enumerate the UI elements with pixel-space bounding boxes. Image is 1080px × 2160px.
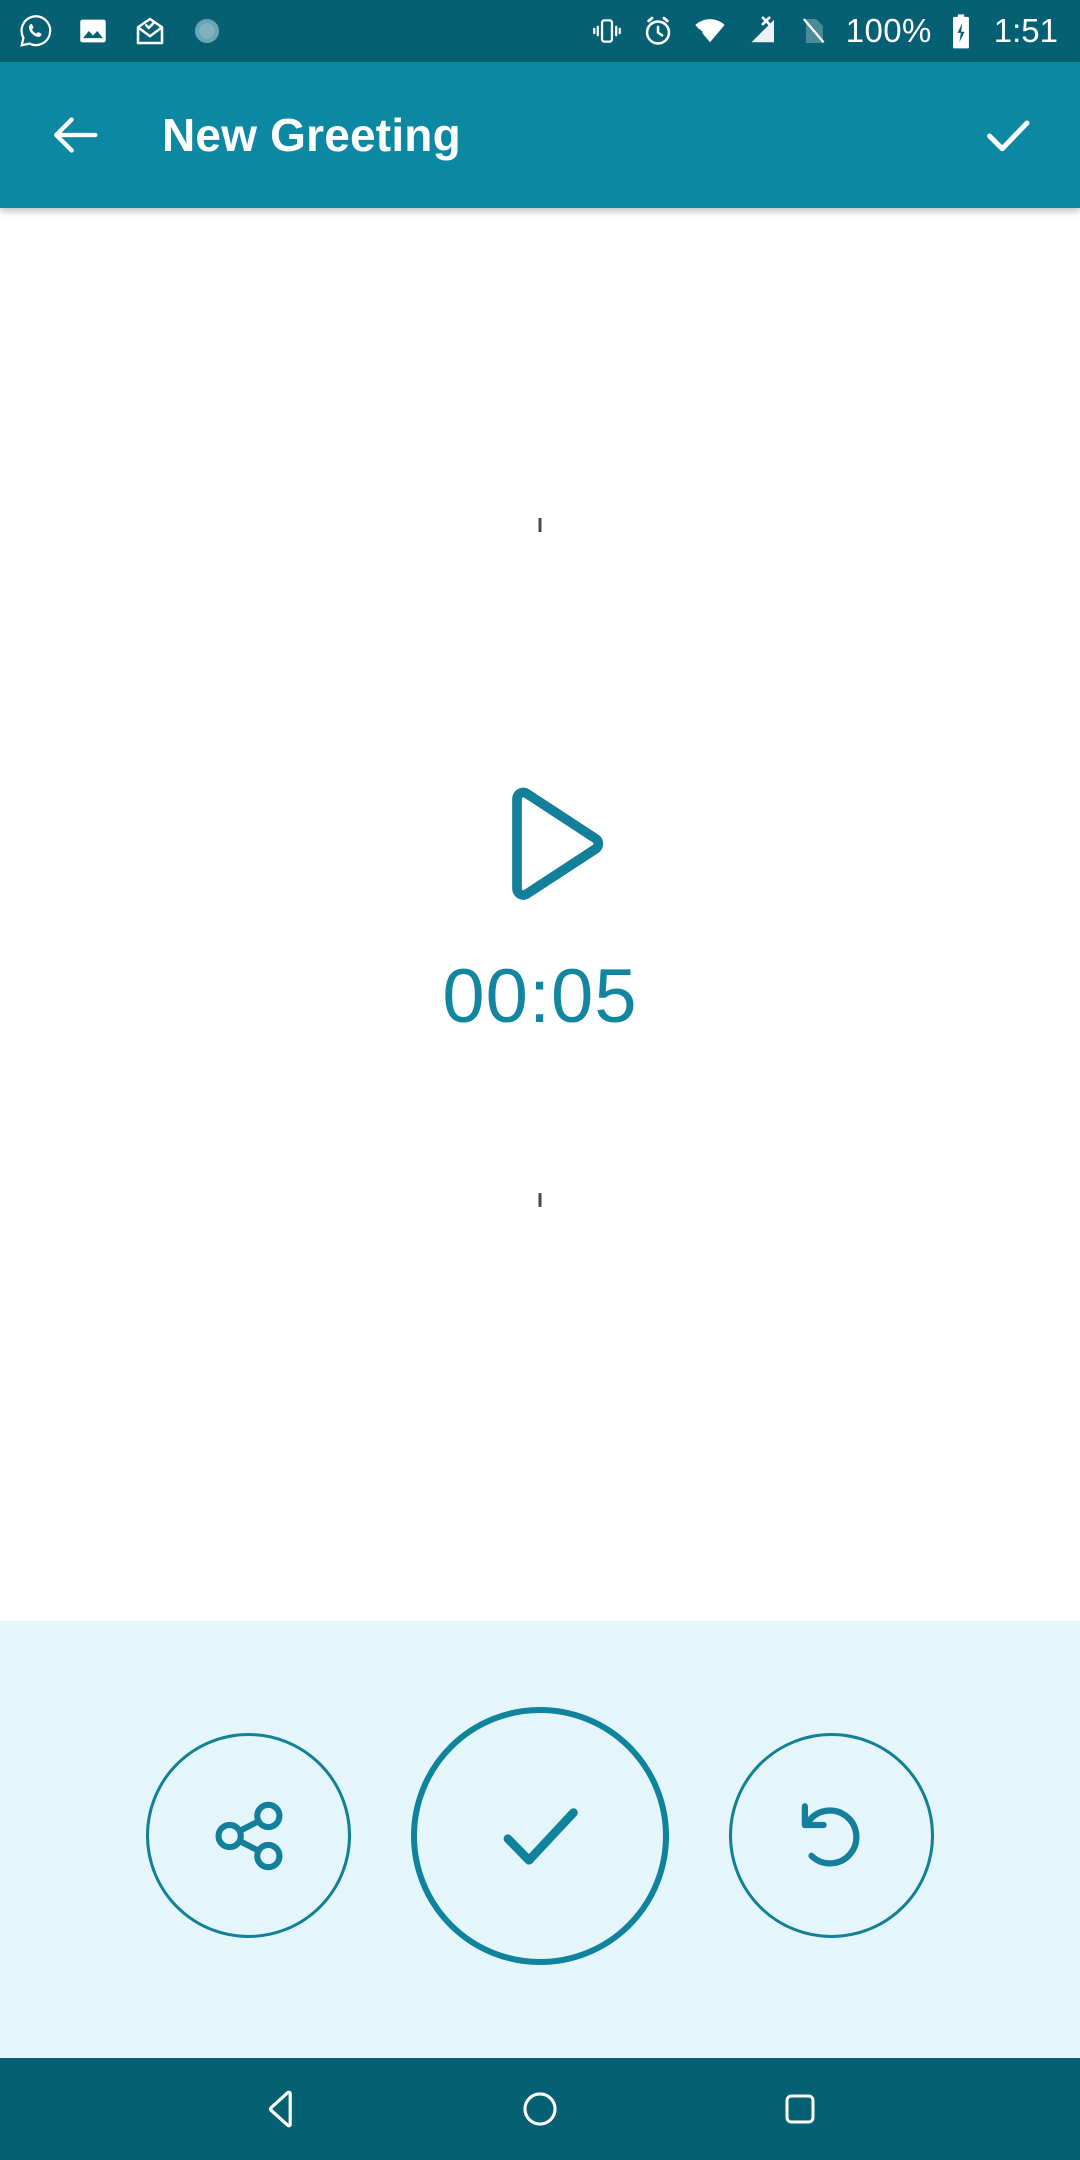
triangle-back-icon: [268, 2090, 292, 2128]
play-button[interactable]: [467, 765, 627, 925]
page-title: New Greeting: [162, 109, 461, 161]
nav-recents-button[interactable]: [755, 2064, 845, 2154]
sim-off-icon: [796, 14, 830, 48]
status-bar: 100% 1:51: [0, 0, 1080, 62]
recording-preview-area: 00:05: [0, 208, 1080, 1621]
signal-off-icon: [744, 13, 780, 49]
rotate-left-icon: [801, 1802, 859, 1866]
confirm-button[interactable]: [970, 97, 1046, 173]
vibrate-icon: [590, 14, 624, 48]
accept-button[interactable]: [411, 1706, 669, 1965]
android-navigation-bar: [0, 2058, 1080, 2160]
battery-percent-label: 100%: [845, 12, 932, 49]
app-bar: New Greeting: [0, 62, 1080, 208]
app-screen: 100% 1:51 New Greeting 00:05: [0, 0, 1080, 2160]
duration-label: 00:05: [442, 953, 638, 1039]
whatsapp-icon: [18, 13, 54, 49]
check-icon: [503, 1807, 578, 1865]
alarm-icon: [640, 13, 676, 49]
sync-icon: [190, 14, 224, 48]
nav-home-button[interactable]: [495, 2064, 585, 2154]
back-button[interactable]: [40, 99, 112, 171]
action-bar: [0, 1621, 1080, 2058]
play-triangle-icon: [512, 787, 604, 900]
square-recents-icon: [785, 2094, 815, 2124]
mail-open-icon: [132, 13, 168, 49]
top-tick-mark: [538, 518, 542, 532]
arrow-back-icon: [54, 117, 98, 153]
battery-charging-icon: [948, 12, 974, 50]
status-bar-notification-icons: [18, 13, 224, 49]
share-icon: [214, 1801, 283, 1870]
check-icon: [987, 120, 1030, 152]
wifi-icon: [692, 13, 728, 49]
player-stack: 00:05: [442, 765, 637, 1035]
circle-home-icon: [523, 2092, 557, 2126]
bottom-tick-mark: [538, 1193, 542, 1207]
share-button[interactable]: [146, 1733, 351, 1938]
nav-back-button[interactable]: [235, 2064, 325, 2154]
redo-button[interactable]: [729, 1733, 934, 1938]
status-bar-system-icons: 100% 1:51: [590, 12, 1058, 50]
status-bar-clock: 1:51: [993, 12, 1058, 49]
photo-icon: [76, 14, 110, 48]
